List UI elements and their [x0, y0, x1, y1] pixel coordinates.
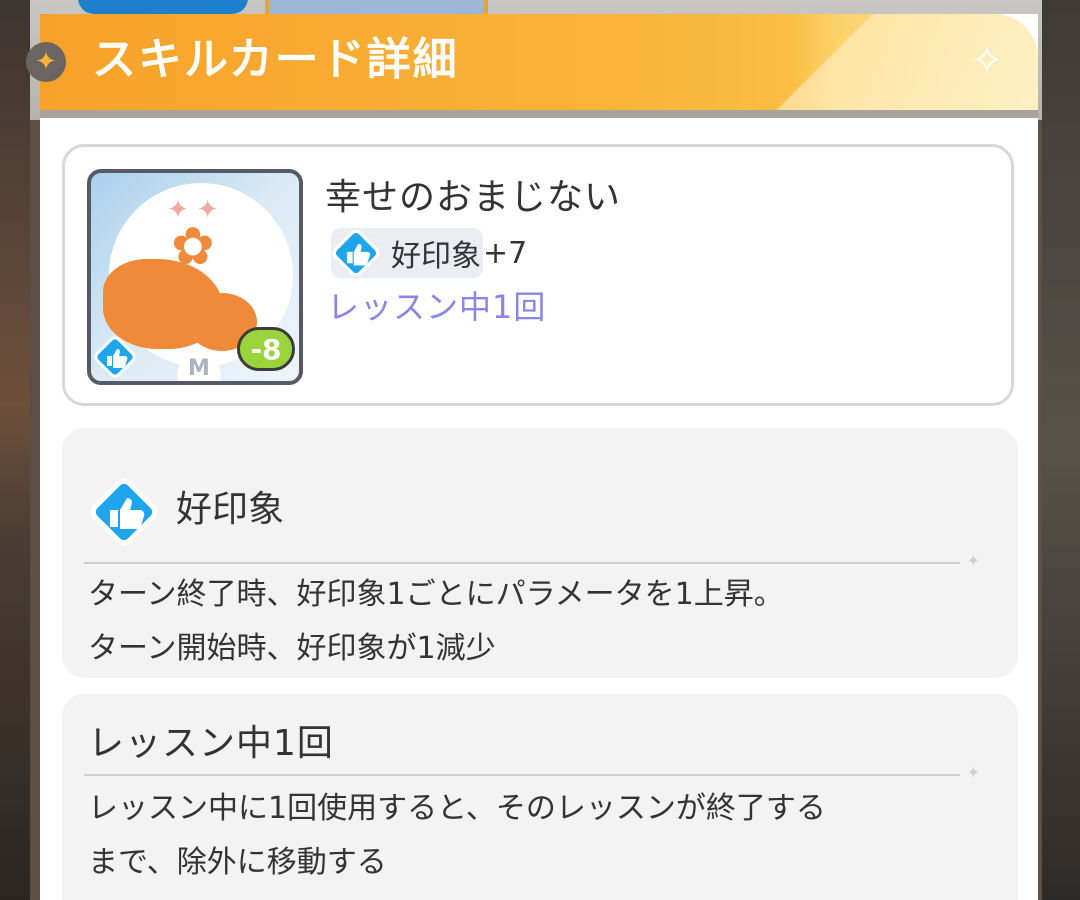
card-effect: 好印象 +7: [331, 228, 528, 278]
skill-card-art[interactable]: ✦✦ ✿ M -8: [87, 169, 303, 385]
card-usage-limit: レッスン中1回: [327, 288, 547, 326]
section-divider: [84, 551, 980, 570]
background-left-edge: [0, 0, 30, 900]
effect-chip: 好印象: [331, 228, 483, 278]
keyword-section-impression: 好印象 ターン終了時、好印象1ごとにパラメータを1上昇。 ターン開始時、好印象が…: [62, 428, 1018, 678]
background-right-edge: [1042, 0, 1080, 900]
skill-card-summary: ✦✦ ✿ M -8 幸せのおまじない 好印象 +7 レッスン中1回: [62, 144, 1014, 406]
effect-label: 好印象: [391, 239, 481, 274]
skill-card-detail-panel: スキルカード詳細 ✧ ✦ ✦✦ ✿ M -8 幸せのおまじない 好印象 +7 レ…: [26, 14, 1038, 900]
background-blue-tab: [78, 0, 248, 14]
section-title: レッスン中1回: [88, 723, 334, 764]
keyword-section-lesson-once: レッスン中1回 レッスン中に1回使用すると、そのレッスンが終了する まで、除外に…: [62, 694, 1018, 900]
clover-icon: ✿: [171, 217, 215, 277]
section-description: ターン終了時、好印象1ごとにパラメータを1上昇。 ターン開始時、好印象が1減少: [88, 577, 784, 666]
panel-header: スキルカード詳細 ✧: [40, 14, 1038, 110]
header-divider: [40, 110, 1038, 118]
effect-value: +7: [483, 235, 528, 271]
card-cost-badge: -8: [237, 327, 295, 371]
thumbs-up-icon: [90, 478, 158, 546]
page-title: スキルカード詳細: [92, 34, 459, 85]
thumbs-up-icon: [94, 336, 136, 378]
thumbs-up-icon: [332, 229, 380, 277]
section-divider: [84, 763, 980, 782]
sparkle-icon: ✧: [970, 38, 1004, 84]
card-name: 幸せのおまじない: [325, 177, 622, 218]
section-title: 好印象: [176, 489, 285, 530]
star-icon: ✦: [26, 42, 66, 82]
section-description: レッスン中に1回使用すると、そのレッスンが終了する まで、除外に移動する: [88, 791, 826, 880]
